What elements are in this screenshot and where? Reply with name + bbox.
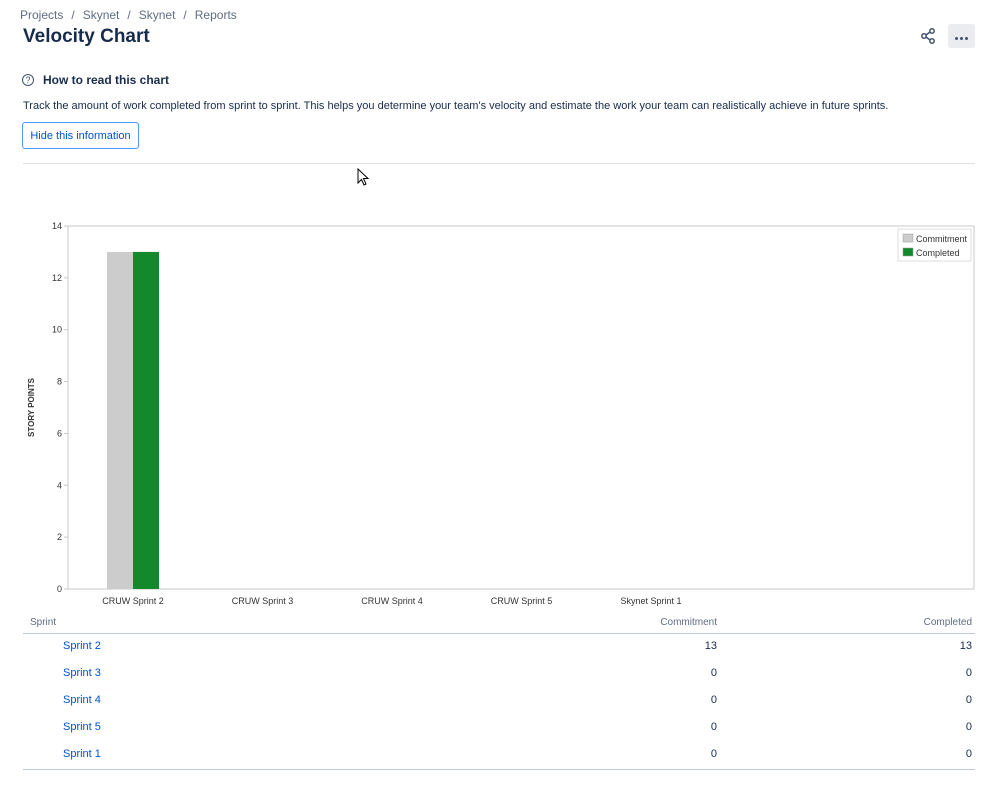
y-tick-label: 6	[57, 428, 62, 438]
y-tick-label: 2	[57, 532, 62, 542]
velocity-chart: 0 2 4 6 8 10 12 14 STORY POINTS CRUW Sprint 2 CRUW…	[27, 221, 975, 606]
breadcrumb-reports[interactable]: Reports	[195, 8, 237, 22]
y-tick-label: 12	[52, 273, 62, 283]
bar-completed	[133, 251, 159, 589]
y-tick-label: 10	[52, 325, 62, 335]
more-actions-button[interactable]	[948, 24, 975, 48]
commitment-cell: 0	[710, 667, 717, 679]
commitment-cell: 0	[710, 748, 717, 760]
completed-cell: 0	[965, 721, 972, 733]
completed-cell: 0	[965, 748, 972, 760]
x-tick-label: CRUW Sprint 4	[361, 596, 423, 606]
page-title: Velocity Chart	[23, 26, 150, 47]
completed-cell: 0	[965, 667, 972, 679]
mouse-cursor-icon	[357, 168, 370, 186]
breadcrumb-separator: /	[127, 8, 131, 22]
more-horizontal-icon	[954, 27, 969, 45]
y-tick-label: 0	[57, 584, 62, 594]
y-axis-label: STORY POINTS	[27, 377, 36, 437]
table-header: Sprint Commitment Completed	[23, 615, 975, 634]
breadcrumb: Projects / Skynet / Skynet / Reports	[20, 8, 237, 22]
breadcrumb-separator: /	[183, 8, 187, 22]
legend-label-completed: Completed	[916, 248, 960, 258]
sprint-link[interactable]: Sprint 3	[63, 667, 101, 679]
velocity-table: Sprint Commitment Completed Sprint 2 13 …	[23, 615, 975, 770]
commitment-cell: 0	[710, 694, 717, 706]
sprint-link[interactable]: Sprint 2	[63, 640, 101, 652]
x-tick-label: CRUW Sprint 2	[102, 596, 164, 606]
bar-commitment	[107, 251, 133, 589]
sprint-link[interactable]: Sprint 5	[63, 721, 101, 733]
x-tick-label: CRUW Sprint 3	[232, 596, 294, 606]
plot-area	[67, 225, 975, 590]
legend-label-commitment: Commitment	[916, 234, 968, 244]
share-icon	[921, 28, 935, 44]
y-tick-label: 8	[57, 377, 62, 387]
table-row: Sprint 3 0 0	[23, 661, 975, 688]
column-header-completed: Completed	[923, 617, 972, 628]
breadcrumb-projects[interactable]: Projects	[20, 8, 63, 22]
table-row: Sprint 4 0 0	[23, 688, 975, 715]
completed-cell: 13	[959, 640, 972, 652]
completed-cell: 0	[965, 694, 972, 706]
help-header: ? How to read this chart	[22, 73, 169, 87]
table-row: Sprint 1 0 0	[23, 742, 975, 769]
commitment-cell: 13	[704, 640, 717, 652]
x-tick-label: CRUW Sprint 5	[491, 596, 553, 606]
commitment-cell: 0	[710, 721, 717, 733]
hide-information-button[interactable]: Hide this information	[22, 122, 139, 149]
breadcrumb-skynet-project[interactable]: Skynet	[83, 8, 120, 22]
legend-swatch-commitment	[902, 233, 914, 243]
table-row: Sprint 2 13 13	[23, 634, 975, 661]
help-description: Track the amount of work completed from …	[23, 100, 889, 112]
column-header-commitment: Commitment	[660, 617, 717, 628]
column-header-sprint: Sprint	[30, 617, 57, 628]
y-tick-label: 14	[52, 221, 62, 231]
table-row: Sprint 5 0 0	[23, 715, 975, 742]
breadcrumb-separator: /	[71, 8, 75, 22]
y-tick-label: 4	[57, 480, 62, 490]
x-tick-label: Skynet Sprint 1	[620, 596, 681, 606]
question-circle-icon: ?	[22, 74, 34, 86]
table-bottom-border	[23, 769, 975, 770]
sprint-link[interactable]: Sprint 4	[63, 694, 101, 706]
section-divider	[23, 163, 975, 164]
legend-swatch-completed	[902, 247, 914, 257]
sprint-link[interactable]: Sprint 1	[63, 748, 101, 760]
help-title: How to read this chart	[43, 73, 170, 87]
breadcrumb-skynet-board[interactable]: Skynet	[139, 8, 176, 22]
share-button[interactable]	[913, 24, 943, 48]
